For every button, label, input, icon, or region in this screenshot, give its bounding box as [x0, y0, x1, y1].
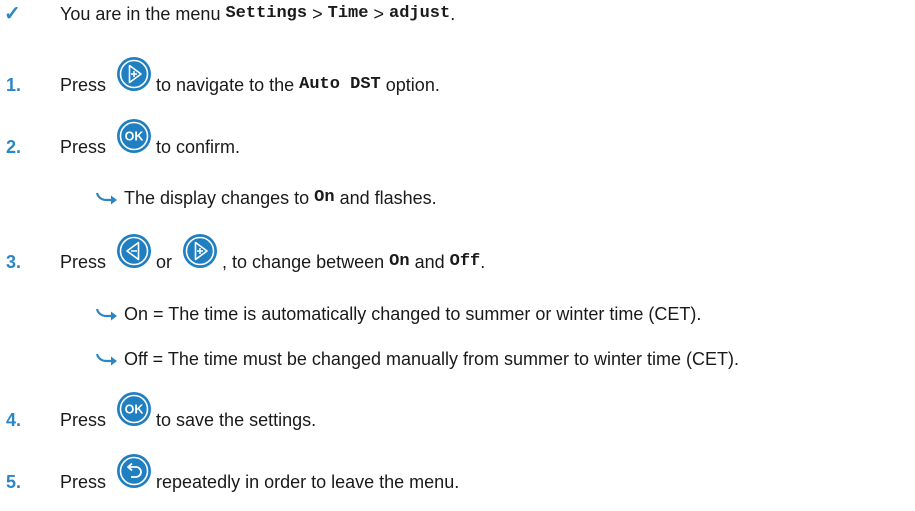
ok-button-label: OK [125, 130, 144, 144]
step-press: Press [60, 137, 107, 157]
step-text: , to change between [222, 252, 385, 272]
value-off: Off [449, 252, 481, 271]
result-text: Off = The time must be changed manually … [124, 349, 740, 369]
check-icon: ✓ [4, 3, 21, 25]
step-text: to save the settings. [156, 410, 317, 430]
result-arrow-icon [96, 353, 117, 366]
step-number: 1. [6, 75, 22, 95]
step-5-text: Press repeatedly in order to leave the m… [60, 454, 460, 500]
step-text-end: . [480, 252, 486, 272]
step-text: to navigate to the [156, 75, 295, 95]
result-text-end: and flashes. [339, 188, 437, 208]
back-button-icon [117, 454, 152, 488]
intro-prefix: You are in the menu [60, 4, 221, 24]
next-button-icon [183, 234, 218, 268]
step-press: Press [60, 252, 107, 272]
ok-button-icon: OK [117, 392, 152, 426]
step-4-text: Press OK to save the settings. [60, 392, 317, 438]
intro-suffix: . [450, 4, 456, 24]
value-on: On [389, 252, 410, 271]
step-and: and [414, 252, 445, 272]
result-text: On = The time is automatically changed t… [124, 304, 702, 324]
menu-separator: > [312, 4, 323, 24]
step-press: Press [60, 410, 107, 430]
step-1-text: Press to navigate to the Auto DST option… [60, 57, 440, 103]
step-2-text: Press OK to confirm. [60, 119, 241, 165]
step-press: Press [60, 75, 107, 95]
menu-adjust: adjust [389, 4, 451, 23]
step-or: or [156, 252, 173, 272]
step-text: to confirm. [156, 137, 241, 157]
menu-time: Time [327, 4, 369, 23]
step-text: repeatedly in order to leave the menu. [156, 472, 460, 492]
intro-text: You are in the menu Settings > Time > ad… [60, 3, 455, 25]
result-text: The display changes to [124, 188, 310, 208]
menu-separator: > [373, 4, 384, 24]
step-3-text: Press or , to change between On and Off … [60, 234, 486, 280]
result-arrow-icon [96, 192, 117, 205]
next-button-icon [117, 57, 152, 91]
step-number: 2. [6, 137, 22, 157]
step-number: 5. [6, 472, 22, 492]
option-auto-dst: Auto DST [299, 75, 381, 94]
result-line: The display changes to On and flashes. [96, 187, 437, 209]
ok-button-icon: OK [117, 119, 152, 153]
previous-button-icon [117, 234, 152, 268]
step-text-end: option. [385, 75, 440, 95]
result-arrow-icon [96, 308, 117, 321]
menu-settings: Settings [225, 4, 308, 23]
value-on: On [314, 188, 335, 207]
step-number: 4. [6, 410, 22, 430]
result-line: On = The time is automatically changed t… [96, 303, 701, 325]
ok-button-label: OK [125, 403, 144, 417]
result-line: Off = The time must be changed manually … [96, 348, 739, 370]
step-number: 3. [6, 252, 22, 272]
step-press: Press [60, 472, 107, 492]
